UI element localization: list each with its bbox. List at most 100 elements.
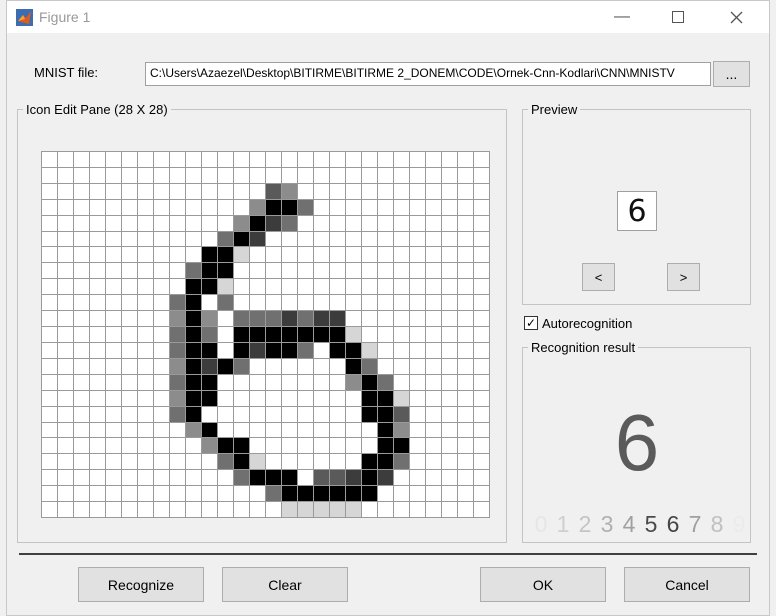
pixel-cell[interactable]	[90, 374, 106, 391]
pixel-cell[interactable]	[106, 231, 122, 248]
pixel-cell[interactable]	[330, 454, 346, 471]
pixel-cell[interactable]	[474, 390, 490, 407]
pixel-cell[interactable]	[58, 374, 74, 391]
pixel-cell[interactable]	[154, 374, 170, 391]
pixel-cell[interactable]	[186, 152, 202, 168]
pixel-cell[interactable]	[186, 422, 202, 439]
pixel-cell[interactable]	[282, 199, 298, 216]
pixel-cell[interactable]	[458, 502, 474, 518]
pixel-cell[interactable]	[218, 215, 234, 232]
pixel-cell[interactable]	[42, 374, 58, 391]
pixel-cell[interactable]	[122, 438, 138, 455]
pixel-cell[interactable]	[394, 263, 410, 280]
pixel-cell[interactable]	[218, 454, 234, 471]
pixel-cell[interactable]	[122, 342, 138, 359]
pixel-cell[interactable]	[298, 199, 314, 216]
pixel-cell[interactable]	[138, 358, 154, 375]
pixel-cell[interactable]	[410, 263, 426, 280]
pixel-cell[interactable]	[202, 279, 218, 296]
pixel-cell[interactable]	[394, 422, 410, 439]
pixel-cell[interactable]	[202, 486, 218, 503]
pixel-cell[interactable]	[410, 486, 426, 503]
pixel-cell[interactable]	[186, 231, 202, 248]
pixel-cell[interactable]	[90, 470, 106, 487]
pixel-cell[interactable]	[346, 167, 362, 184]
pixel-cell[interactable]	[282, 279, 298, 296]
pixel-cell[interactable]	[154, 152, 170, 168]
pixel-cell[interactable]	[426, 152, 442, 168]
pixel-cell[interactable]	[250, 327, 266, 343]
pixel-cell[interactable]	[138, 390, 154, 407]
pixel-cell[interactable]	[154, 358, 170, 375]
pixel-cell[interactable]	[458, 374, 474, 391]
pixel-cell[interactable]	[250, 390, 266, 407]
pixel-cell[interactable]	[234, 183, 250, 200]
pixel-cell[interactable]	[346, 342, 362, 359]
pixel-cell[interactable]	[266, 231, 282, 248]
pixel-cell[interactable]	[234, 406, 250, 423]
pixel-cell[interactable]	[314, 247, 330, 264]
pixel-cell[interactable]	[42, 167, 58, 184]
pixel-cell[interactable]	[42, 152, 58, 168]
pixel-cell[interactable]	[298, 406, 314, 423]
pixel-cell[interactable]	[426, 215, 442, 232]
pixel-cell[interactable]	[234, 215, 250, 232]
pixel-cell[interactable]	[90, 454, 106, 471]
pixel-cell[interactable]	[90, 406, 106, 423]
pixel-cell[interactable]	[42, 183, 58, 200]
pixel-cell[interactable]	[122, 231, 138, 248]
pixel-cell[interactable]	[42, 454, 58, 471]
pixel-cell[interactable]	[122, 406, 138, 423]
pixel-cell[interactable]	[394, 247, 410, 264]
pixel-cell[interactable]	[314, 311, 330, 328]
pixel-cell[interactable]	[378, 279, 394, 296]
pixel-cell[interactable]	[90, 215, 106, 232]
pixel-cell[interactable]	[410, 231, 426, 248]
pixel-cell[interactable]	[218, 247, 234, 264]
pixel-cell[interactable]	[138, 406, 154, 423]
pixel-cell[interactable]	[330, 215, 346, 232]
pixel-cell[interactable]	[362, 199, 378, 216]
pixel-cell[interactable]	[234, 342, 250, 359]
pixel-cell[interactable]	[458, 470, 474, 487]
pixel-cell[interactable]	[154, 263, 170, 280]
pixel-cell[interactable]	[122, 486, 138, 503]
pixel-cell[interactable]	[346, 438, 362, 455]
pixel-cell[interactable]	[106, 215, 122, 232]
pixel-cell[interactable]	[106, 422, 122, 439]
pixel-cell[interactable]	[170, 231, 186, 248]
pixel-cell[interactable]	[330, 199, 346, 216]
pixel-cell[interactable]	[218, 152, 234, 168]
pixel-cell[interactable]	[250, 152, 266, 168]
pixel-cell[interactable]	[362, 358, 378, 375]
pixel-cell[interactable]	[330, 390, 346, 407]
pixel-cell[interactable]	[314, 454, 330, 471]
pixel-cell[interactable]	[234, 231, 250, 248]
pixel-cell[interactable]	[282, 231, 298, 248]
pixel-cell[interactable]	[106, 454, 122, 471]
pixel-cell[interactable]	[186, 486, 202, 503]
pixel-cell[interactable]	[282, 295, 298, 312]
pixel-cell[interactable]	[186, 167, 202, 184]
pixel-cell[interactable]	[346, 215, 362, 232]
pixel-cell[interactable]	[394, 390, 410, 407]
pixel-cell[interactable]	[378, 486, 394, 503]
pixel-cell[interactable]	[170, 406, 186, 423]
pixel-cell[interactable]	[74, 502, 90, 518]
pixel-cell[interactable]	[410, 502, 426, 518]
pixel-cell[interactable]	[266, 358, 282, 375]
pixel-cell[interactable]	[346, 327, 362, 343]
pixel-cell[interactable]	[42, 279, 58, 296]
pixel-cell[interactable]	[122, 358, 138, 375]
pixel-cell[interactable]	[330, 470, 346, 487]
pixel-cell[interactable]	[442, 438, 458, 455]
pixel-cell[interactable]	[378, 454, 394, 471]
pixel-cell[interactable]	[74, 342, 90, 359]
recognize-button[interactable]: Recognize	[78, 567, 204, 602]
pixel-cell[interactable]	[410, 438, 426, 455]
pixel-cell[interactable]	[42, 247, 58, 264]
pixel-cell[interactable]	[186, 199, 202, 216]
pixel-cell[interactable]	[426, 295, 442, 312]
pixel-cell[interactable]	[442, 183, 458, 200]
pixel-cell[interactable]	[186, 342, 202, 359]
